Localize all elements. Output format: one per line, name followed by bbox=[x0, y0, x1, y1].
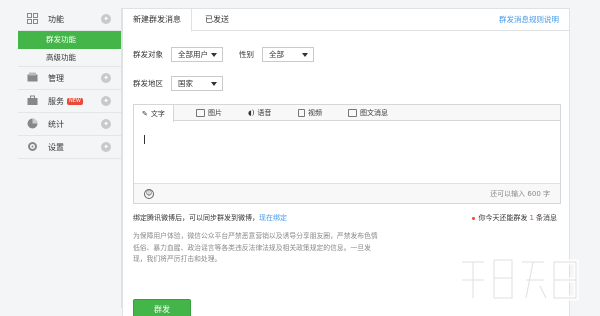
sidebar-subitem-mass-send[interactable]: 群发功能 bbox=[18, 31, 121, 49]
rules-link[interactable]: 群发消息规则说明 bbox=[499, 9, 559, 31]
gear-icon[interactable]: ✦ bbox=[101, 142, 111, 152]
editor-tab-image[interactable]: 图片 bbox=[196, 105, 222, 121]
emoji-icon[interactable]: ☺ bbox=[144, 189, 154, 199]
watermark-logo bbox=[459, 257, 579, 301]
pencil-icon: ✎ bbox=[142, 109, 148, 118]
message-editor: ✎ 文字 图片 ◖) 语音 视频 图文消息 ☺ 还可以输入 600 字 bbox=[133, 104, 561, 204]
sidebar-item-label: 服务 bbox=[48, 96, 64, 106]
chevron-down-icon bbox=[211, 53, 217, 57]
target-select[interactable]: 全部用户 bbox=[171, 47, 223, 62]
editor-footer: ☺ 还可以输入 600 字 bbox=[134, 183, 560, 203]
tab-sent[interactable]: 已发送 bbox=[195, 9, 239, 31]
bind-text: 绑定腾讯微博后，可以同步群发到微博， bbox=[133, 214, 259, 222]
region-label: 群发地区 bbox=[133, 79, 163, 88]
sidebar-item-service[interactable]: 服务 NEW ✦ bbox=[18, 90, 121, 113]
char-counter: 还可以输入 600 字 bbox=[490, 190, 550, 198]
grid-icon bbox=[26, 13, 38, 25]
target-row: 群发对象 全部用户 性别 全部 bbox=[133, 47, 314, 62]
gender-label: 性别 bbox=[239, 50, 254, 59]
region-select[interactable]: 国家 bbox=[171, 76, 223, 91]
quota-suffix: 条消息 bbox=[536, 214, 557, 222]
editor-tabs: ✎ 文字 图片 ◖) 语音 视频 图文消息 bbox=[134, 105, 560, 122]
bind-now-link[interactable]: 现在绑定 bbox=[259, 214, 287, 222]
sidebar-item-function[interactable]: 功能 ✦ bbox=[18, 8, 121, 31]
policy-text: 为保障用户体验，微信公众平台严禁恶意营销以及诱导分享朋友圈，严禁发布色情低俗、暴… bbox=[133, 232, 378, 263]
weibo-bind-note: 绑定腾讯微博后，可以同步群发到微博，现在绑定 bbox=[133, 213, 287, 223]
speaker-icon: ◖) bbox=[248, 109, 255, 117]
article-icon bbox=[348, 109, 357, 117]
target-label: 群发对象 bbox=[133, 50, 163, 59]
quota-prefix: 你今天还能群发 bbox=[478, 214, 528, 222]
sidebar-item-label: 管理 bbox=[48, 73, 64, 83]
sidebar-item-label: 设置 bbox=[48, 142, 64, 152]
sidebar-subitem-advanced[interactable]: 高级功能 bbox=[18, 49, 121, 67]
pie-chart-icon bbox=[26, 118, 38, 130]
gender-value: 全部 bbox=[269, 50, 284, 59]
message-textarea[interactable] bbox=[134, 121, 560, 183]
quota-notice: 你今天还能群发 1 条消息 bbox=[471, 213, 557, 223]
settings-icon bbox=[26, 141, 38, 153]
gear-icon[interactable]: ✦ bbox=[101, 119, 111, 129]
send-button[interactable]: 群发 bbox=[133, 299, 191, 316]
chevron-down-icon bbox=[302, 53, 308, 57]
quota-count: 1 bbox=[529, 214, 534, 222]
gear-icon[interactable]: ✦ bbox=[101, 14, 111, 24]
image-icon bbox=[196, 109, 205, 117]
gear-icon[interactable]: ✦ bbox=[101, 96, 111, 106]
text-cursor bbox=[144, 135, 145, 144]
target-value: 全部用户 bbox=[178, 50, 208, 59]
sidebar-item-settings[interactable]: 设置 ✦ bbox=[18, 136, 121, 159]
chevron-down-icon bbox=[211, 82, 217, 86]
region-value: 国家 bbox=[178, 79, 193, 88]
gender-select[interactable]: 全部 bbox=[262, 47, 314, 62]
editor-tab-text[interactable]: ✎ 文字 bbox=[134, 105, 174, 122]
video-icon bbox=[298, 109, 305, 117]
new-badge: NEW bbox=[67, 97, 83, 105]
alert-dot-icon bbox=[471, 216, 475, 220]
sidebar-item-manage[interactable]: 管理 ✦ bbox=[18, 67, 121, 90]
tab-new-message[interactable]: 新建群发消息 bbox=[123, 9, 192, 32]
tray-icon bbox=[26, 72, 38, 84]
sidebar-item-stats[interactable]: 统计 ✦ bbox=[18, 113, 121, 136]
tab-bar: 新建群发消息 已发送 群发消息规则说明 bbox=[123, 9, 569, 32]
sidebar-item-label: 统计 bbox=[48, 119, 64, 129]
sidebar: 功能 ✦ 群发功能 高级功能 管理 ✦ 服务 NEW ✦ 统计 ✦ 设置 ✦ bbox=[18, 8, 122, 308]
briefcase-icon bbox=[26, 95, 38, 107]
editor-tab-voice[interactable]: ◖) 语音 bbox=[248, 105, 271, 121]
region-row: 群发地区 国家 bbox=[133, 76, 223, 91]
editor-tab-news[interactable]: 图文消息 bbox=[348, 105, 388, 121]
sidebar-item-label: 功能 bbox=[48, 14, 64, 24]
gear-icon[interactable]: ✦ bbox=[101, 73, 111, 83]
editor-tab-video[interactable]: 视频 bbox=[298, 105, 322, 121]
